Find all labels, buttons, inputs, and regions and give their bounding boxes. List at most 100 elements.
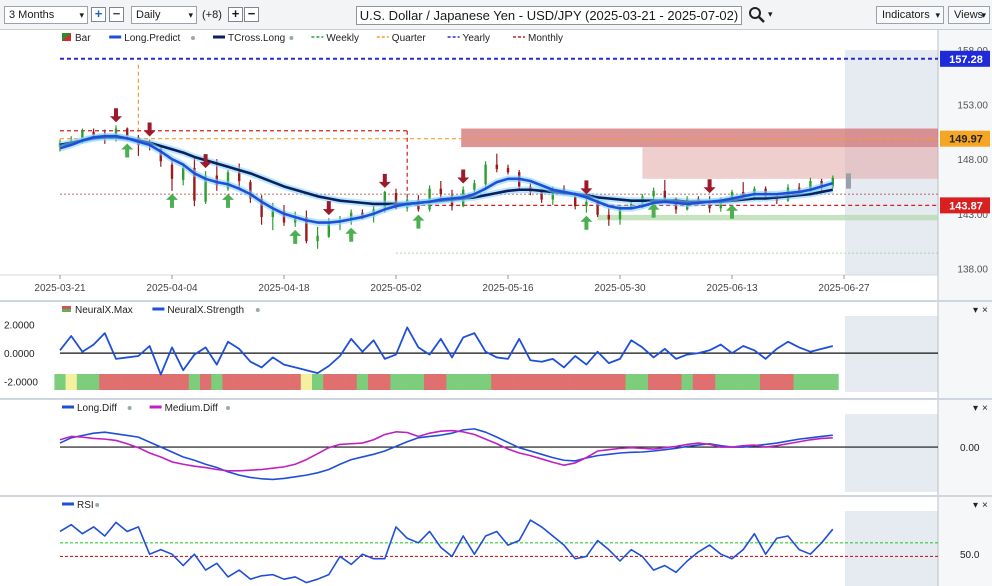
candle-body	[506, 167, 510, 173]
neuralx-max-band-cell	[468, 374, 481, 390]
neuralx-max-band-cell	[715, 374, 727, 390]
neuralx-max-band-cell	[636, 374, 649, 390]
interval-dropdown-label: Daily	[136, 9, 161, 21]
neuralx-max-band-cell	[782, 374, 794, 390]
neuralx-max-band-cell	[827, 374, 839, 390]
neuralx-max-band-cell	[704, 374, 716, 390]
neuralx-max-band-cell	[211, 374, 223, 390]
offset-plus-button[interactable]: +	[228, 7, 243, 22]
y-tick-label: 2.0000	[4, 321, 35, 332]
neuralx-max-band-cell	[424, 374, 436, 390]
neuralx-max-band-cell	[334, 374, 346, 390]
x-tick-label: 2025-06-13	[706, 283, 758, 294]
neuralx-max-band-cell	[54, 374, 66, 390]
long-diff-line	[59, 428, 833, 481]
neuralx-max-band-cell	[345, 374, 358, 390]
indicators-button-label: Indicators	[882, 9, 930, 21]
x-tick-label: 2025-05-02	[370, 283, 422, 294]
pane-close-icon: ×	[982, 403, 988, 414]
legend-item-label: TCross.Long	[228, 33, 285, 44]
neuralx-max-band-cell	[524, 374, 537, 390]
legend-settings-dot-icon	[95, 503, 100, 507]
neuralx-max-band-cell	[513, 374, 526, 390]
candle-body	[439, 188, 442, 195]
medium-diff-line	[59, 429, 833, 472]
indicators-button[interactable]: Indicators ▾	[876, 6, 944, 24]
neuralx-max-band-cell	[804, 374, 817, 390]
price-label-text: 143.87	[949, 200, 983, 212]
neuralx-max-band-cell	[233, 374, 246, 390]
y-tick-label: 153.00	[957, 101, 988, 112]
neuralx-max-band-cell	[132, 374, 145, 390]
legend-item-label: Long.Predict	[124, 33, 180, 44]
legend-item-label: Weekly	[326, 33, 359, 44]
neuralx-max-band-cell	[681, 374, 694, 390]
neuralx-max-band-cell	[278, 374, 290, 390]
neuralx-max-band-cell	[625, 374, 638, 390]
legend-item-label: Yearly	[463, 33, 490, 44]
legend-item-label: NeuralX.Strength	[167, 305, 244, 316]
legend-item-label: NeuralX.Max	[75, 305, 133, 316]
neuralx-strength-line	[59, 326, 834, 376]
neuralx-max-band-cell	[76, 374, 89, 390]
neuralx-max-legend-icon	[62, 306, 71, 309]
candle-body	[585, 201, 588, 207]
pane-menu-chevron-icon: ▾	[973, 403, 978, 414]
candle-body	[607, 214, 610, 220]
neuralx-max-band-cell	[222, 374, 234, 390]
neuralx-max-band-cell	[771, 374, 783, 390]
range-dropdown[interactable]: 3 Months ▾	[4, 6, 88, 24]
candle-body	[170, 164, 174, 179]
pane-menu-chevron-icon: ▾	[973, 500, 978, 511]
neuralx-max-band-cell	[256, 374, 268, 390]
neuralx-max-band-cell	[737, 374, 750, 390]
views-button[interactable]: Views ▾	[948, 6, 990, 24]
neuralx-max-band-cell	[88, 374, 100, 390]
offset-minus-button[interactable]: −	[244, 7, 259, 22]
chevron-down-icon: ▾	[981, 10, 986, 20]
views-button-label: Views	[954, 9, 984, 21]
neuralx-max-band-cell	[457, 374, 470, 390]
future-projection-area	[845, 511, 938, 586]
neuralx-max-band-cell	[412, 374, 425, 390]
neuralx-pane[interactable]: NeuralX.Max NeuralX.Strength ▾ × 2.0000 0.000…	[0, 302, 992, 398]
neuralx-max-band-cell	[323, 374, 335, 390]
neuralx-max-band-cell	[558, 374, 570, 390]
zoom-out-button[interactable]: −	[109, 7, 124, 22]
price-chart[interactable]: Bar Long.Predict TCross.Long Weekly Quarter Y…	[0, 30, 992, 300]
x-tick-label: 2025-05-30	[594, 283, 646, 294]
x-tick-label: 2025-06-27	[818, 283, 870, 294]
neuralx-max-band-cell	[379, 374, 391, 390]
legend-settings-dot-icon	[289, 36, 294, 40]
legend-settings-dot-icon	[226, 406, 230, 410]
y-tick-label: 148.00	[957, 155, 988, 166]
search-options-chevron-icon[interactable]: ▾	[768, 9, 773, 20]
rsi-pane[interactable]: RSI ▾ × 50.0	[0, 497, 992, 586]
neuralx-max-band-cell	[144, 374, 156, 390]
neuralx-max-band-cell	[110, 374, 122, 390]
demand-zone	[597, 214, 938, 221]
x-tick-label: 2025-04-04	[146, 283, 198, 294]
diff-pane[interactable]: Long.Diff Medium.Diff ▾ × 0.00	[0, 400, 992, 495]
neuralx-max-band-cell	[614, 374, 626, 390]
neuralx-max-band-cell	[569, 374, 582, 390]
legend-item-label: RSI	[77, 500, 94, 511]
neuralx-max-band-cell	[289, 374, 302, 390]
interval-dropdown[interactable]: Daily ▾	[131, 6, 197, 24]
neuralx-max-band-cell	[155, 374, 167, 390]
search-icon[interactable]	[748, 6, 766, 24]
neuralx-max-band-cell	[491, 374, 503, 390]
neuralx-max-band-cell	[480, 374, 492, 390]
neuralx-max-band-cell	[300, 374, 313, 390]
neuralx-max-band-cell	[121, 374, 134, 390]
neuralx-max-band-cell	[748, 374, 761, 390]
supply-zone-lower	[642, 147, 938, 179]
zoom-in-button[interactable]: +	[91, 7, 106, 22]
x-tick-label: 2025-05-16	[482, 283, 534, 294]
neuralx-max-band-cell	[267, 374, 279, 390]
neuralx-max-band-cell	[670, 374, 682, 390]
legend-item-label: Monthly	[528, 33, 563, 44]
symbol-title-field[interactable]: U.S. Dollar / Japanese Yen - USD/JPY (20…	[356, 6, 742, 25]
neuralx-max-band-cell	[356, 374, 369, 390]
y-tick-label: -2.0000	[4, 378, 38, 389]
